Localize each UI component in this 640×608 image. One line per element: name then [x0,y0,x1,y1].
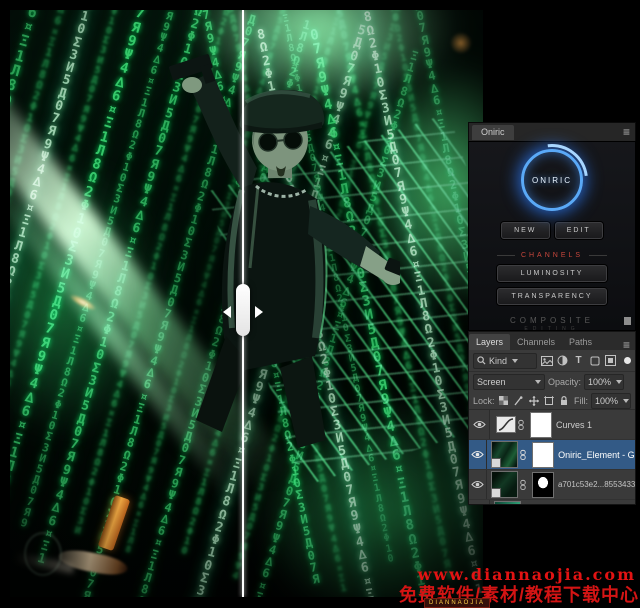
smart-object-filter-icon[interactable] [604,354,617,367]
lock-row: Lock: Fill: 100% [469,392,635,409]
edit-button[interactable]: EDIT [555,222,604,239]
kind-filter-dropdown[interactable]: Kind [473,353,537,369]
layer-thumbnail[interactable] [494,501,521,505]
layers-filter-row: Kind T [469,350,635,372]
channels-header-label: CHANNELS [521,252,583,259]
divider-arrow-left-icon [223,306,231,318]
smart-object-badge-icon [492,488,501,497]
orange-spark-top [450,32,472,54]
oniric-panel: Oniric ≡ ONIRIC NEW EDIT CHANNELS LUMINO… [468,122,636,331]
layers-panel-tabs: Layers Channels Paths ≡ [469,332,635,350]
type-layer-filter-icon[interactable]: T [572,354,585,367]
layers-list: Curves 1 Oniric_Element - Glow [469,409,635,505]
blend-mode-value: Screen [477,377,506,387]
tab-channels[interactable]: Channels [510,334,562,350]
blend-mode-row: Screen Opacity: 100% [469,372,635,392]
layer-thumbnail[interactable] [491,471,518,498]
lock-all-icon[interactable] [558,395,570,407]
new-button[interactable]: NEW [501,222,550,239]
channels-header: CHANNELS [497,252,607,259]
blend-mode-dropdown[interactable]: Screen [473,374,545,390]
mask-link-icon[interactable] [518,479,528,491]
layer-thumbnail[interactable] [491,441,518,468]
layer-row-hash[interactable]: a701c53e2...8553433188 [469,470,635,500]
layer-mask-thumbnail[interactable] [532,442,554,468]
layer-mask-thumbnail[interactable] [532,472,554,498]
transparency-button[interactable]: TRANSPARENCY [497,288,607,305]
application-window: 7 Я 9 Ψ 4 ∆ 6 ¤ Ξ 1 Л 8 Ω 2 Φ 1 0 Σ 3 И … [0,0,640,608]
filter-toggle-icon[interactable] [624,357,631,364]
oniric-main-buttons: NEW EDIT [501,222,603,239]
panel-menu-icon[interactable]: ≡ [623,127,630,137]
lock-label: Lock: [473,396,495,406]
luminosity-button[interactable]: LUMINOSITY [497,265,607,282]
visibility-eye-icon[interactable] [469,470,487,499]
divider-right [589,255,607,256]
tab-oniric[interactable]: Oniric [472,125,514,140]
watermark-badge: DIANNAOJIA [424,598,490,608]
shape-layer-filter-icon[interactable] [588,354,601,367]
fill-value: 100% [595,396,618,406]
layer-name: a701c53e2...8553433188 [558,480,635,489]
visibility-eye-icon[interactable] [469,410,490,439]
curves-adjustment-thumbnail[interactable] [496,416,516,433]
lock-transparency-icon[interactable] [498,395,510,407]
layer-name: Curves 1 [556,420,592,430]
layers-panel: Layers Channels Paths ≡ Kind T [468,331,636,505]
oniric-logo: ONIRIC [521,149,583,211]
oniric-panel-tabbar: Oniric ≡ [468,122,636,141]
search-icon [477,356,486,365]
chevron-down-icon [535,380,541,384]
divider-left [497,255,515,256]
oniric-footer: COMPOSITE EDITING [469,316,635,332]
lock-artboard-icon[interactable] [543,395,555,407]
oniric-panel-body: ONIRIC NEW EDIT CHANNELS LUMINOSITY TRAN… [468,141,636,331]
fill-label: Fill: [574,396,588,406]
canvas-artwork: 7 Я 9 Ψ 4 ∆ 6 ¤ Ξ 1 Л 8 Ω 2 Φ 1 0 Σ 3 И … [10,10,483,597]
oniric-logo-text: ONIRIC [532,176,572,185]
mask-link-icon[interactable] [518,449,528,461]
mask-link-icon[interactable] [516,419,526,431]
pixel-layer-filter-icon[interactable] [540,354,553,367]
opacity-dropdown[interactable]: 100% [584,374,624,390]
fill-dropdown[interactable]: 100% [591,393,631,409]
footer-brand-line1: COMPOSITE [469,316,635,326]
panel-resize-grip[interactable] [624,317,631,325]
opacity-label: Opacity: [548,377,581,387]
figure-man-with-guns [130,38,400,458]
visibility-eye-icon[interactable] [469,440,487,469]
layer-row-oniric-element[interactable]: Oniric_Element - Glow [469,440,635,470]
layers-panel-menu-icon[interactable]: ≡ [623,340,630,350]
divider-arrow-right-icon [255,306,263,318]
chevron-down-icon [616,380,622,384]
chevron-down-icon [623,399,629,403]
tab-layers[interactable]: Layers [469,334,510,350]
lock-image-icon[interactable] [513,395,525,407]
opacity-value: 100% [588,377,611,387]
smart-object-badge-icon [492,458,501,467]
chevron-down-icon [512,359,518,363]
kind-filter-label: Kind [489,356,507,366]
tab-paths[interactable]: Paths [562,334,599,350]
comparison-slider-handle[interactable] [236,284,250,336]
layer-row-curves[interactable]: Curves 1 [469,410,635,440]
layer-name: Oniric_Element - Glow [558,450,635,460]
visibility-eye-icon[interactable] [469,500,490,505]
layer-row-background[interactable]: Background [469,500,635,505]
adjustment-layer-filter-icon[interactable] [556,354,569,367]
lock-position-icon[interactable] [528,395,540,407]
layer-mask-thumbnail[interactable] [530,412,552,438]
